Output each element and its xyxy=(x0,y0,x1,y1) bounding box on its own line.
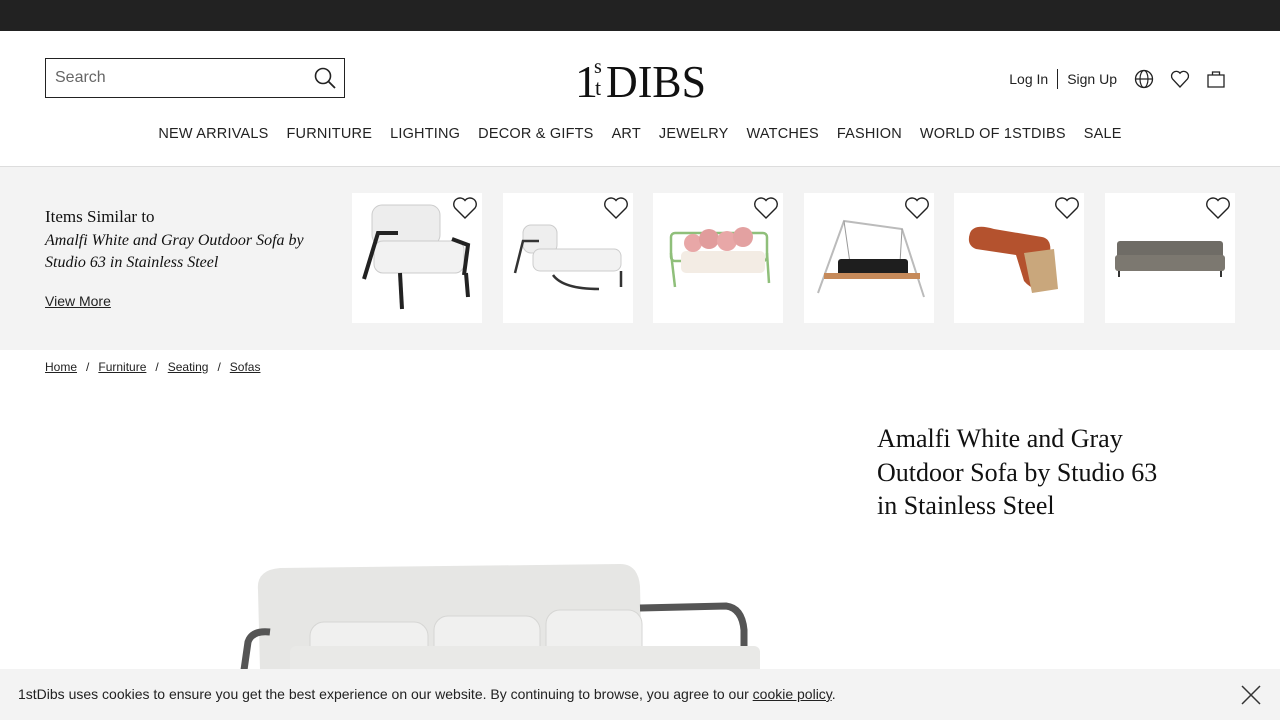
view-more-link[interactable]: View More xyxy=(45,293,111,309)
nav-lighting[interactable]: LIGHTING xyxy=(381,126,469,142)
nav-fashion[interactable]: FASHION xyxy=(828,126,911,142)
breadcrumb-separator: / xyxy=(217,360,221,374)
search-input[interactable] xyxy=(46,59,296,97)
svg-text:DIBS: DIBS xyxy=(606,56,706,101)
breadcrumb: Home / Furniture / Seating / Sofas xyxy=(45,360,260,374)
cookie-banner: 1stDibs uses cookies to ensure you get t… xyxy=(0,669,1280,720)
similar-item-tile[interactable] xyxy=(503,193,633,323)
breadcrumb-separator: / xyxy=(86,360,90,374)
site-header: 1 s t DIBS Log In Sign Up NEW ARRIVALS F… xyxy=(0,31,1280,167)
nav-jewelry[interactable]: JEWELRY xyxy=(650,126,738,142)
similar-item-tile[interactable] xyxy=(1105,193,1235,323)
nav-decor-gifts[interactable]: DECOR & GIFTS xyxy=(469,126,602,142)
login-link[interactable]: Log In xyxy=(1009,71,1048,87)
favorite-heart-icon[interactable] xyxy=(1054,196,1080,220)
breadcrumb-sofas[interactable]: Sofas xyxy=(230,360,261,374)
similar-items-section: Items Similar to Amalfi White and Gray O… xyxy=(0,167,1280,350)
nav-sale[interactable]: SALE xyxy=(1075,126,1131,142)
breadcrumb-home[interactable]: Home xyxy=(45,360,77,374)
search-box xyxy=(45,58,345,98)
similar-items-text: Items Similar to Amalfi White and Gray O… xyxy=(45,207,335,274)
close-icon[interactable] xyxy=(1240,684,1262,706)
similar-item-tile[interactable] xyxy=(954,193,1084,323)
nav-watches[interactable]: WATCHES xyxy=(738,126,828,142)
main-nav: NEW ARRIVALS FURNITURE LIGHTING DECOR & … xyxy=(0,126,1280,142)
favorite-heart-icon[interactable] xyxy=(603,196,629,220)
nav-new-arrivals[interactable]: NEW ARRIVALS xyxy=(149,126,277,142)
cookie-text-end: . xyxy=(831,686,836,702)
signup-link[interactable]: Sign Up xyxy=(1067,71,1117,87)
cookie-message: 1stDibs uses cookies to ensure you get t… xyxy=(18,686,836,702)
nav-world-of-1stdibs[interactable]: WORLD OF 1STDIBS xyxy=(911,126,1075,142)
favorite-heart-icon[interactable] xyxy=(904,196,930,220)
similar-item-tile[interactable] xyxy=(653,193,783,323)
similar-item-tile[interactable] xyxy=(804,193,934,323)
top-bar xyxy=(0,0,1280,31)
heart-icon[interactable] xyxy=(1170,69,1190,89)
logo[interactable]: 1 s t DIBS xyxy=(575,55,707,101)
nav-art[interactable]: ART xyxy=(603,126,650,142)
product-main-image[interactable] xyxy=(230,550,770,680)
breadcrumb-seating[interactable]: Seating xyxy=(168,360,209,374)
breadcrumb-furniture[interactable]: Furniture xyxy=(98,360,146,374)
cart-icon[interactable] xyxy=(1206,69,1226,89)
favorite-heart-icon[interactable] xyxy=(1205,196,1231,220)
svg-text:t: t xyxy=(595,75,601,100)
globe-icon[interactable] xyxy=(1134,69,1154,89)
favorite-heart-icon[interactable] xyxy=(452,196,478,220)
cookie-text: 1stDibs uses cookies to ensure you get t… xyxy=(18,686,753,702)
similar-item-tile[interactable] xyxy=(352,193,482,323)
search-icon[interactable] xyxy=(314,67,336,89)
nav-furniture[interactable]: FURNITURE xyxy=(278,126,382,142)
breadcrumb-separator: / xyxy=(155,360,159,374)
product-title: Amalfi White and Gray Outdoor Sofa by St… xyxy=(877,424,1158,520)
cookie-policy-link[interactable]: cookie policy xyxy=(753,686,832,702)
favorite-heart-icon[interactable] xyxy=(753,196,779,220)
account-links: Log In Sign Up xyxy=(1009,68,1226,90)
similar-heading: Items Similar to xyxy=(45,207,155,226)
divider xyxy=(1057,69,1059,89)
similar-item-name: Amalfi White and Gray Outdoor Sofa by St… xyxy=(45,232,304,271)
